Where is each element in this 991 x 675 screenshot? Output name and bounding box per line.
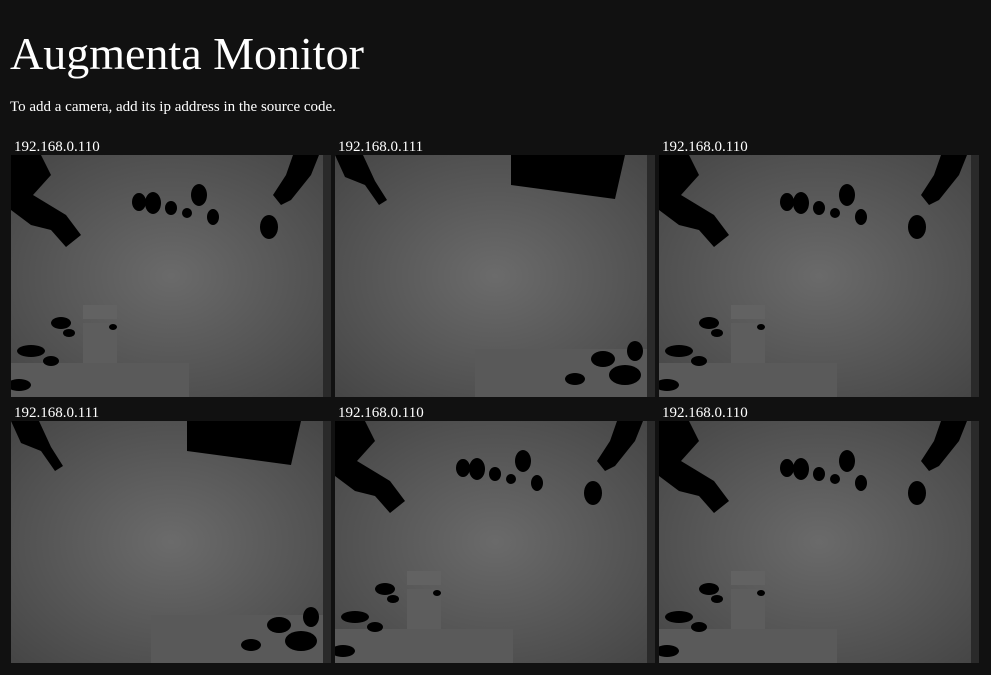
camera-depth-feed bbox=[659, 421, 979, 663]
camera-depth-feed bbox=[659, 155, 979, 397]
camera-tile: 192.168.0.110 bbox=[659, 138, 979, 404]
camera-ip-label: 192.168.0.111 bbox=[338, 139, 424, 155]
depth-image bbox=[335, 155, 655, 397]
camera-ip-label: 192.168.0.110 bbox=[662, 405, 748, 421]
page-title: Augmenta Monitor bbox=[10, 28, 364, 79]
camera-ip-label: 192.168.0.110 bbox=[662, 139, 748, 155]
camera-ip-label: 192.168.0.110 bbox=[338, 405, 424, 421]
monitor-page: Augmenta Monitor To add a camera, add it… bbox=[0, 0, 991, 675]
camera-tile: 192.168.0.111 bbox=[11, 404, 331, 670]
camera-grid: 192.168.0.110 192.168.0.111 192.168.0.11… bbox=[11, 138, 981, 670]
depth-image bbox=[11, 155, 331, 397]
camera-tile: 192.168.0.111 bbox=[335, 138, 655, 404]
depth-image bbox=[659, 421, 979, 663]
camera-depth-feed bbox=[335, 421, 655, 663]
camera-depth-feed bbox=[11, 155, 331, 397]
camera-tile: 192.168.0.110 bbox=[11, 138, 331, 404]
camera-ip-label: 192.168.0.110 bbox=[14, 139, 100, 155]
depth-image bbox=[335, 421, 655, 663]
camera-ip-label: 192.168.0.111 bbox=[14, 405, 100, 421]
camera-depth-feed bbox=[11, 421, 331, 663]
camera-tile: 192.168.0.110 bbox=[659, 404, 979, 670]
camera-tile: 192.168.0.110 bbox=[335, 404, 655, 670]
depth-image bbox=[659, 155, 979, 397]
page-subtitle: To add a camera, add its ip address in t… bbox=[10, 99, 336, 115]
depth-image bbox=[11, 421, 331, 663]
camera-depth-feed bbox=[335, 155, 655, 397]
